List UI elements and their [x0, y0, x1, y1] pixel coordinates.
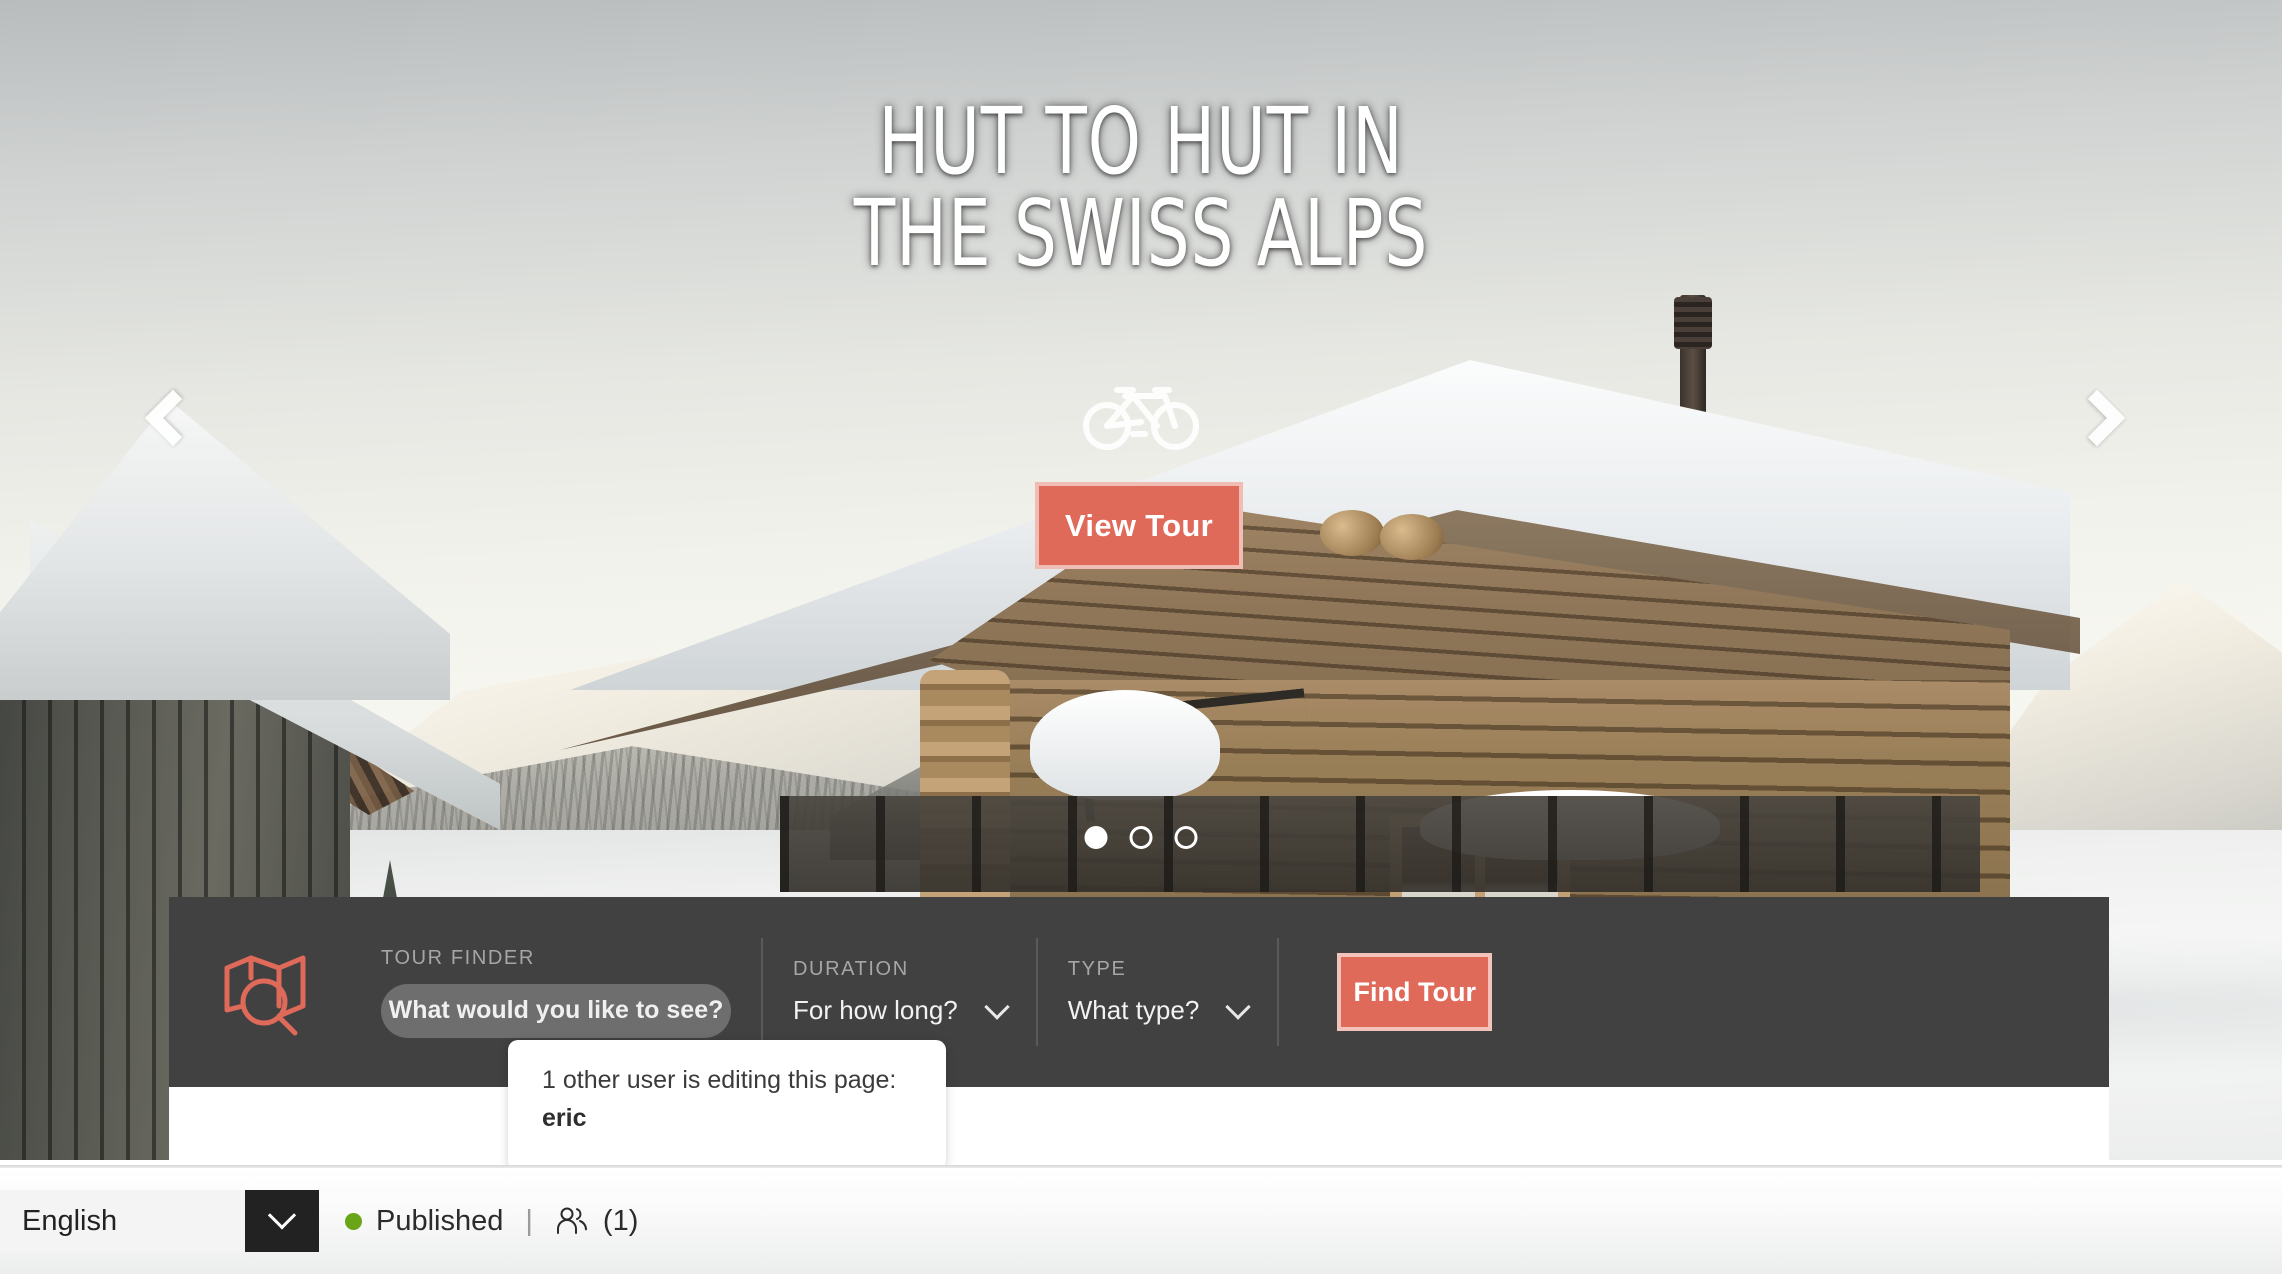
search-input[interactable] [381, 983, 731, 1038]
people-icon[interactable] [555, 1206, 589, 1236]
view-tour-button[interactable]: View Tour [1035, 482, 1243, 569]
chevron-down-icon [984, 993, 1010, 1020]
carousel-next-arrow[interactable] [2068, 382, 2135, 454]
type-value: What type? [1067, 995, 1200, 1025]
tooltip-user: eric [542, 1103, 587, 1132]
content-strip [169, 1087, 2109, 1160]
status-badge: Published [376, 1204, 504, 1237]
status-bar: English Published | (1) [0, 1168, 2282, 1274]
tour-finder-label: TOUR FINDER [381, 946, 535, 969]
page-root: HUT TO HUT IN THE SWISS ALPS View Tour T… [0, 0, 2282, 1274]
status-dot-icon [345, 1212, 362, 1230]
type-field[interactable]: TYPE What type? [1035, 938, 1278, 1046]
publish-status: Published | (1) [345, 1205, 638, 1238]
duration-select[interactable]: For how long? [793, 993, 1010, 1026]
type-label: TYPE [1067, 958, 1127, 980]
snow-drift [1030, 690, 1220, 800]
carousel-prev-arrow[interactable] [144, 382, 205, 454]
language-value: English [22, 1204, 118, 1237]
tour-finder-field: TOUR FINDER [351, 947, 761, 1038]
wooden-fence [780, 796, 1980, 892]
tour-finder-bar: TOUR FINDER DURATION For how long? TYPE … [169, 897, 2109, 1087]
carousel-dot-3[interactable] [1174, 826, 1198, 849]
status-separator: | [525, 1204, 533, 1237]
find-tour-button[interactable]: Find Tour [1337, 953, 1493, 1031]
duration-field[interactable]: DURATION For how long? [761, 938, 1036, 1046]
submit-field: Find Tour [1277, 938, 1493, 1046]
chevron-down-icon [1225, 993, 1252, 1020]
map-search-icon [217, 944, 313, 1040]
language-select[interactable]: English [0, 1190, 319, 1252]
duration-label: DURATION [793, 958, 909, 980]
page-title: HUT TO HUT IN THE SWISS ALPS [853, 88, 1429, 287]
carousel-dot-1[interactable] [1084, 826, 1108, 849]
duration-value: For how long? [793, 995, 958, 1025]
type-select[interactable]: What type? [1067, 993, 1252, 1026]
carousel-dot-2[interactable] [1129, 826, 1153, 849]
tooltip-message: 1 other user is editing this page: [542, 1066, 897, 1094]
collaborator-count[interactable]: (1) [603, 1205, 638, 1238]
bicycle-icon [1081, 372, 1201, 452]
carousel-dots [1084, 826, 1198, 849]
chevron-down-icon[interactable] [245, 1190, 319, 1252]
collaborators-tooltip: 1 other user is editing this page: eric [508, 1040, 946, 1204]
